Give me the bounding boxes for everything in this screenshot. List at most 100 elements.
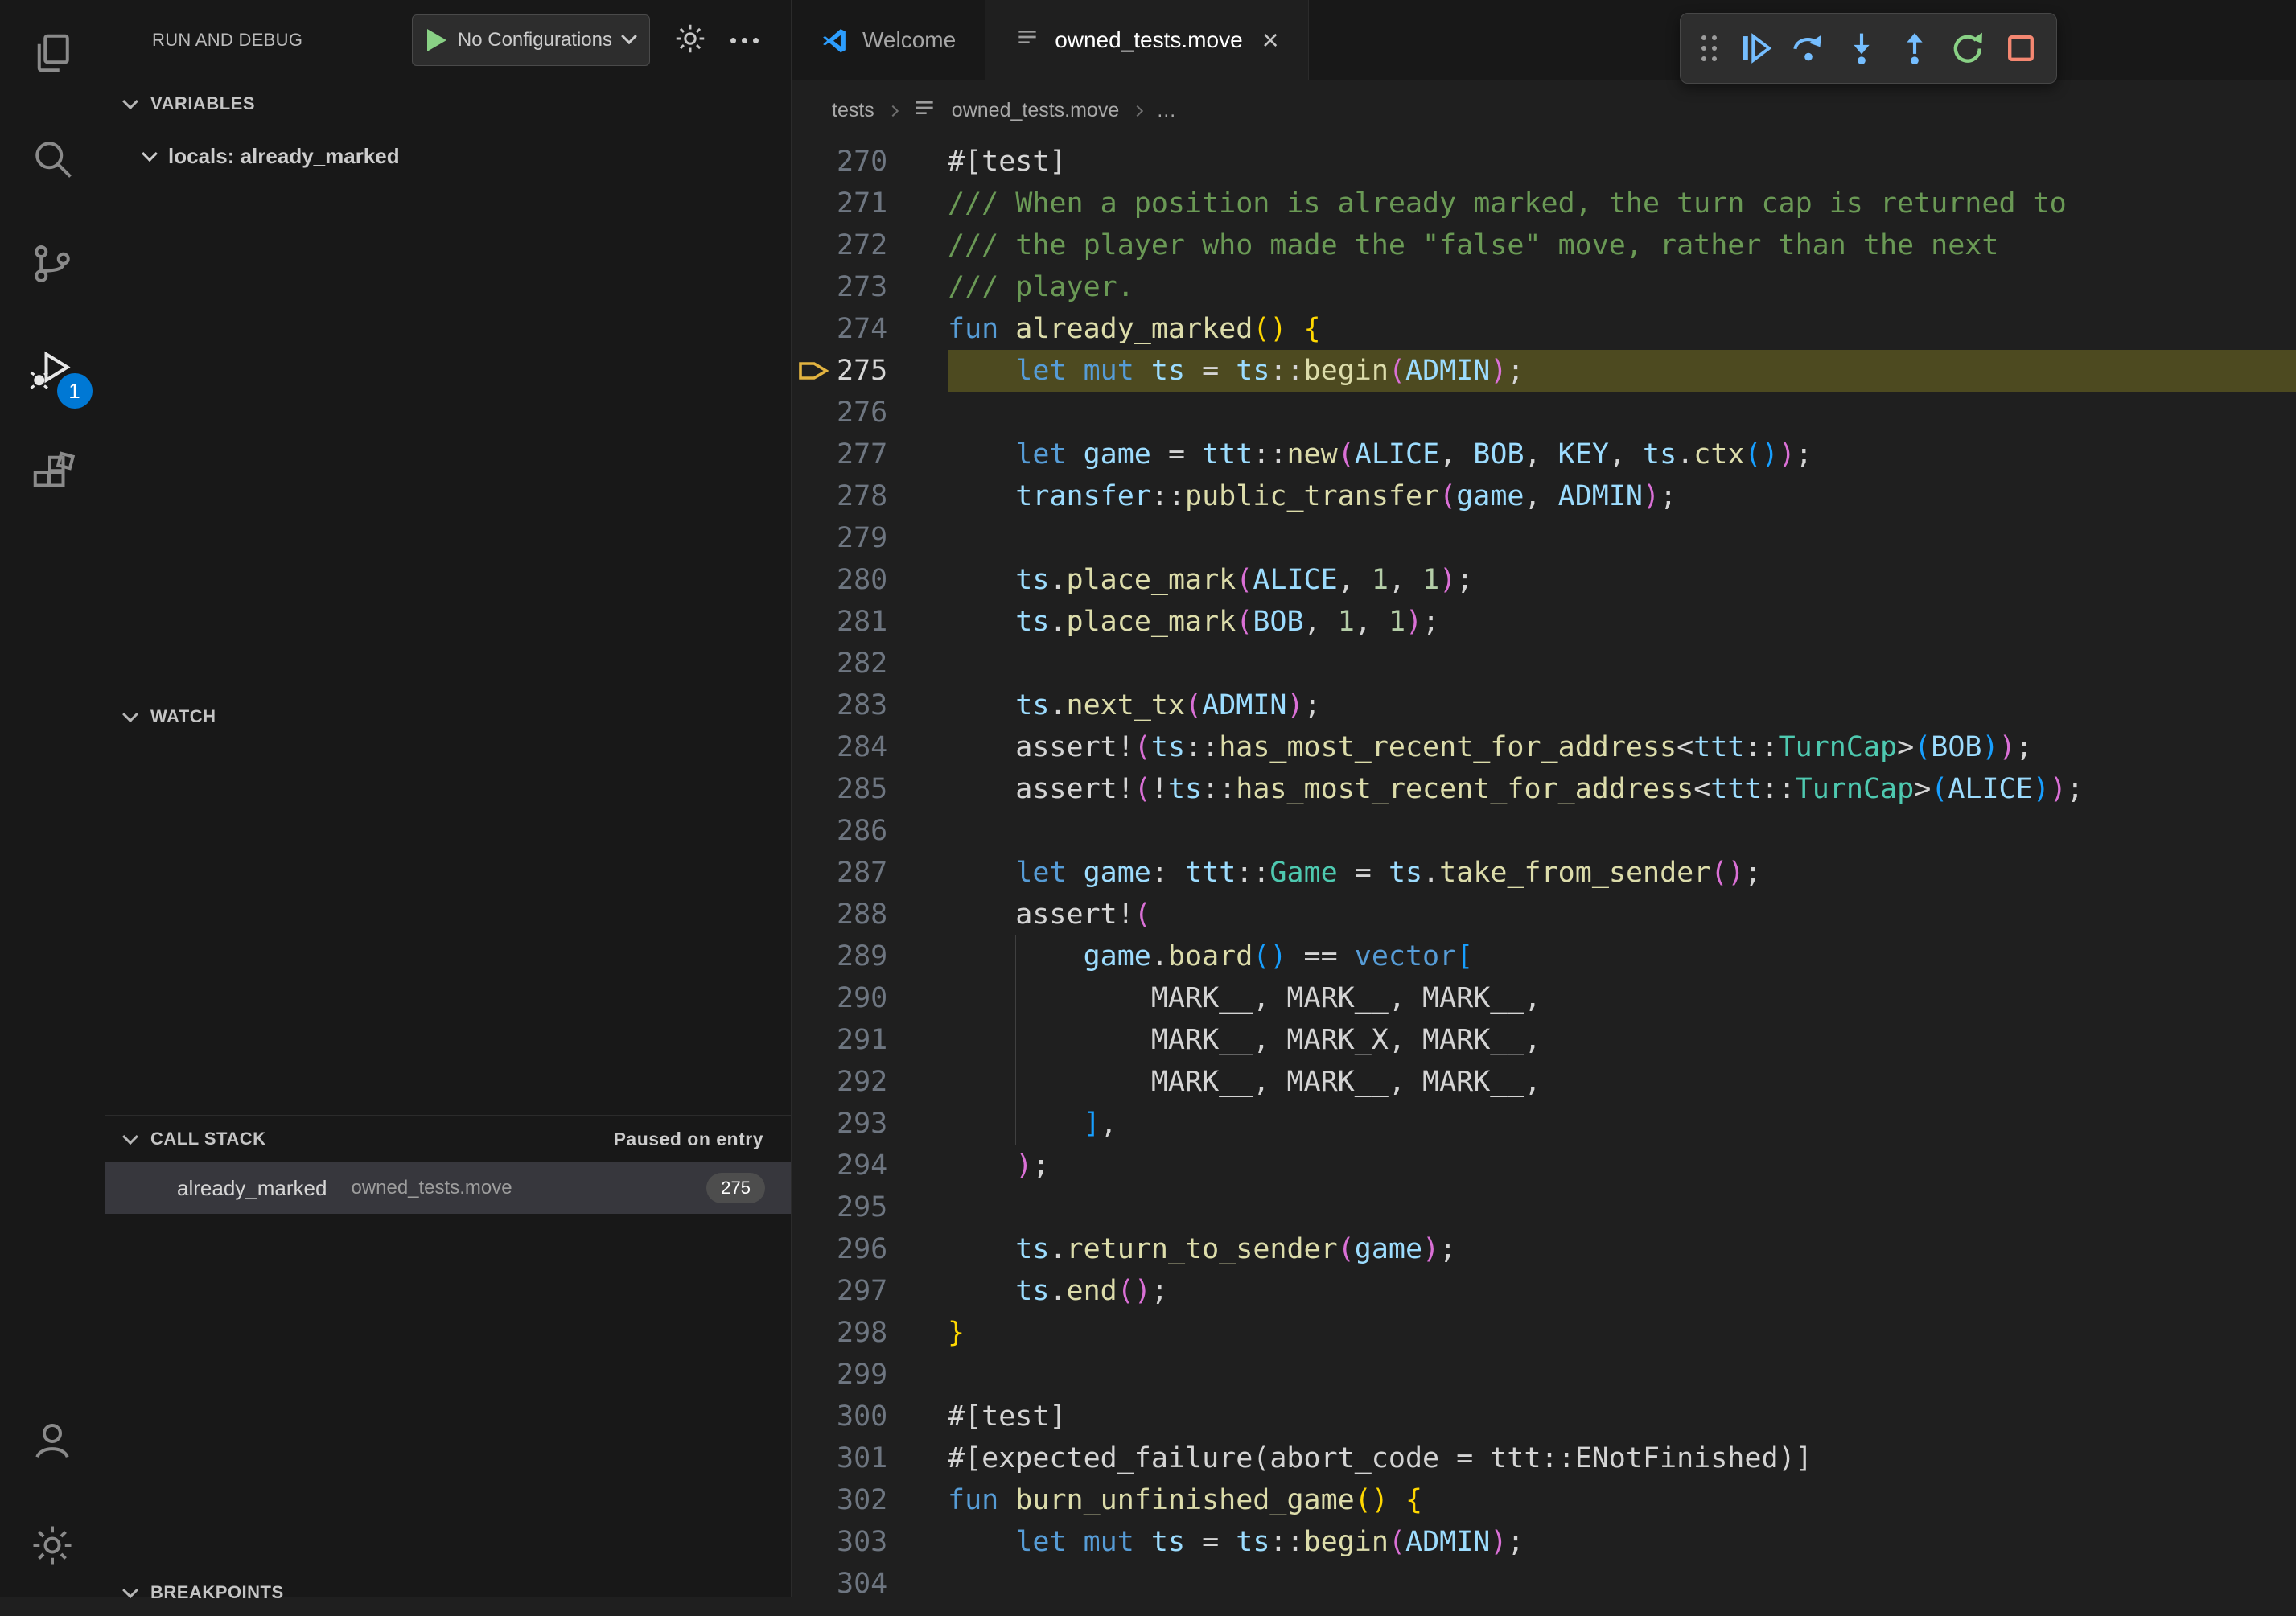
line-number[interactable]: 276 [837, 392, 887, 434]
code-line[interactable]: 296 ts.return_to_sender(game); [792, 1228, 2296, 1270]
breakpoint-gutter[interactable] [792, 935, 837, 977]
breakpoint-gutter[interactable] [792, 1479, 837, 1521]
code-line[interactable]: 298} [792, 1312, 2296, 1354]
code-text[interactable]: ); [948, 1145, 2296, 1186]
breakpoint-gutter[interactable] [792, 1061, 837, 1103]
line-number[interactable]: 289 [837, 935, 887, 977]
line-number[interactable]: 301 [837, 1437, 887, 1479]
code-text[interactable]: ts.place_mark(BOB, 1, 1); [948, 601, 2296, 643]
breakpoint-gutter[interactable] [792, 183, 837, 224]
extensions-icon[interactable] [0, 421, 105, 527]
code-text[interactable]: /// the player who made the "false" move… [948, 224, 2296, 266]
code-line[interactable]: 286 [792, 810, 2296, 852]
code-text[interactable]: #[test] [948, 1396, 2296, 1437]
breakpoint-gutter[interactable] [792, 894, 837, 935]
step-into-button[interactable] [1836, 19, 1887, 77]
breakpoint-gutter[interactable] [792, 768, 837, 810]
call-stack-frame[interactable]: already_marked owned_tests.move 275 [105, 1162, 791, 1214]
code-line[interactable]: 285 assert!(!ts::has_most_recent_for_add… [792, 768, 2296, 810]
code-text[interactable]: MARK__, MARK__, MARK__, [948, 1061, 2296, 1103]
code-line[interactable]: 295 [792, 1186, 2296, 1228]
code-line[interactable]: 277 let game = ttt::new(ALICE, BOB, KEY,… [792, 434, 2296, 475]
line-number[interactable]: 297 [837, 1270, 887, 1312]
line-number[interactable]: 298 [837, 1312, 887, 1354]
code-line[interactable]: 275 let mut ts = ts::begin(ADMIN); [792, 350, 2296, 392]
breakpoint-gutter[interactable] [792, 517, 837, 559]
code-text[interactable]: assert!( [948, 894, 2296, 935]
code-line[interactable]: 301#[expected_failure(abort_code = ttt::… [792, 1437, 2296, 1479]
line-number[interactable]: 300 [837, 1396, 887, 1437]
code-text[interactable]: let mut ts = ts::begin(ADMIN); [948, 350, 2296, 392]
line-number[interactable]: 273 [837, 266, 887, 308]
code-line[interactable]: 279 [792, 517, 2296, 559]
variables-scope-row[interactable]: locals: already_marked [105, 134, 791, 179]
line-number[interactable]: 294 [837, 1145, 887, 1186]
close-icon[interactable]: × [1262, 26, 1279, 55]
code-text[interactable]: let game = ttt::new(ALICE, BOB, KEY, ts.… [948, 434, 2296, 475]
code-text[interactable]: ts.return_to_sender(game); [948, 1228, 2296, 1270]
breakpoint-gutter[interactable] [792, 475, 837, 517]
watch-header[interactable]: WATCH [105, 693, 791, 740]
stop-button[interactable] [1995, 19, 2047, 77]
code-line[interactable]: 288 assert!( [792, 894, 2296, 935]
code-text[interactable]: fun burn_unfinished_game() { [948, 1479, 2296, 1521]
code-line[interactable]: 280 ts.place_mark(ALICE, 1, 1); [792, 559, 2296, 601]
code-text[interactable]: transfer::public_transfer(game, ADMIN); [948, 475, 2296, 517]
line-number[interactable]: 302 [837, 1479, 887, 1521]
account-icon[interactable] [0, 1387, 105, 1492]
line-number[interactable]: 293 [837, 1103, 887, 1145]
line-number[interactable]: 279 [837, 517, 887, 559]
code-text[interactable] [948, 810, 2296, 852]
source-control-icon[interactable] [0, 211, 105, 316]
breakpoint-gutter[interactable] [792, 852, 837, 894]
code-line[interactable]: 293 ], [792, 1103, 2296, 1145]
code-line[interactable]: 283 ts.next_tx(ADMIN); [792, 685, 2296, 726]
code-line[interactable]: 304 [792, 1563, 2296, 1597]
breakpoint-gutter[interactable] [792, 1186, 837, 1228]
code-line[interactable]: 284 assert!(ts::has_most_recent_for_addr… [792, 726, 2296, 768]
call-stack-header[interactable]: CALL STACK Paused on entry [105, 1116, 791, 1162]
breakpoint-gutter[interactable] [792, 643, 837, 685]
code-text[interactable]: let mut ts = ts::begin(ADMIN); [948, 1521, 2296, 1563]
start-debug-icon[interactable] [427, 29, 446, 51]
breakpoint-gutter[interactable] [792, 1270, 837, 1312]
code-line[interactable]: 273/// player. [792, 266, 2296, 308]
toolbar-drag-handle[interactable] [1701, 35, 1717, 61]
code-text[interactable] [948, 1186, 2296, 1228]
line-number[interactable]: 291 [837, 1019, 887, 1061]
line-number[interactable]: 272 [837, 224, 887, 266]
code-text[interactable]: MARK__, MARK__, MARK__, [948, 977, 2296, 1019]
breakpoint-gutter[interactable] [792, 1228, 837, 1270]
line-number[interactable]: 285 [837, 768, 887, 810]
code-text[interactable]: let game: ttt::Game = ts.take_from_sende… [948, 852, 2296, 894]
code-text[interactable]: ts.place_mark(ALICE, 1, 1); [948, 559, 2296, 601]
breakpoints-header[interactable]: BREAKPOINTS [105, 1569, 791, 1616]
code-line[interactable]: 272 /// the player who made the "false" m… [792, 224, 2296, 266]
more-actions-icon[interactable] [730, 38, 759, 43]
debug-current-line-marker[interactable] [792, 350, 837, 392]
tab-welcome[interactable]: Welcome [792, 0, 985, 80]
code-line[interactable]: 294 ); [792, 1145, 2296, 1186]
code-line[interactable]: 300 #[test] [792, 1396, 2296, 1437]
code-line[interactable]: 282 [792, 643, 2296, 685]
line-number[interactable]: 286 [837, 810, 887, 852]
code-text[interactable] [948, 1354, 2296, 1396]
breadcrumb-folder[interactable]: tests [832, 99, 874, 122]
debug-settings-gear-icon[interactable] [673, 21, 708, 60]
code-line[interactable]: 278 transfer::public_transfer(game, ADMI… [792, 475, 2296, 517]
code-line[interactable]: 276 [792, 392, 2296, 434]
code-line[interactable]: 303 let mut ts = ts::begin(ADMIN); [792, 1521, 2296, 1563]
breakpoint-gutter[interactable] [792, 308, 837, 350]
code-text[interactable]: game.board() == vector[ [948, 935, 2296, 977]
breakpoint-gutter[interactable] [792, 1521, 837, 1563]
line-number[interactable]: 303 [837, 1521, 887, 1563]
line-number[interactable]: 275 [837, 350, 887, 392]
code-text[interactable]: assert!(ts::has_most_recent_for_address<… [948, 726, 2296, 768]
code-text[interactable]: ts.end(); [948, 1270, 2296, 1312]
code-text[interactable]: #[test] [948, 141, 2296, 183]
variables-header[interactable]: VARIABLES [105, 80, 791, 127]
code-editor[interactable]: 270#[test]271/// When a position is alre… [792, 141, 2296, 1597]
breakpoint-gutter[interactable] [792, 141, 837, 183]
code-line[interactable]: 287 let game: ttt::Game = ts.take_from_s… [792, 852, 2296, 894]
run-and-debug-icon[interactable]: 1 [0, 316, 105, 421]
